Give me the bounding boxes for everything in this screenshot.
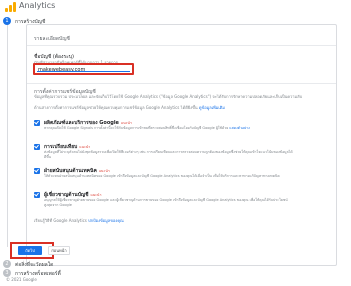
sharing-intro: ข้อมูลที่คุณรวบรวม ประมวลผล และจัดเก็บไว…	[34, 94, 303, 99]
checkbox-google-products[interactable]	[34, 120, 40, 126]
step-1-icon: 1	[3, 17, 11, 25]
option-account-specialists-desc: อนุญาตให้ผู้เชี่ยวชาญฝ่ายขายของ Google แ…	[44, 198, 288, 207]
divider	[27, 45, 336, 46]
account-name-value: makewebeasy.com	[38, 67, 86, 73]
checkbox-account-specialists[interactable]	[34, 192, 40, 198]
previous-button[interactable]: ก่อนหน้า	[48, 246, 70, 255]
input-underline	[37, 71, 130, 72]
account-details-title: รายละเอียดบัญชี	[34, 36, 70, 42]
checkbox-benchmarking[interactable]	[34, 144, 40, 150]
learn-more-link[interactable]: ดูข้อมูลเพิ่มเติม	[199, 105, 225, 110]
divider	[27, 83, 336, 84]
option-benchmarking-desc: ส่งข้อมูลที่ไม่ระบุตัวตนไปยังชุดข้อมูลรว…	[44, 150, 293, 159]
step-2-icon: 2	[3, 260, 11, 268]
top-bar: Analytics	[0, 0, 351, 14]
footer-copyright: © 2021 Google	[6, 277, 37, 282]
next-button[interactable]: ถัดไป	[18, 246, 42, 255]
checkbox-technical-support[interactable]	[34, 168, 40, 174]
data-protection-note: เรียนรู้วิธีที่ Google Analytics ปกป้องข…	[34, 218, 124, 223]
step-3-icon: 3	[3, 269, 11, 277]
analytics-logo-icon	[5, 2, 16, 12]
account-name-input[interactable]: makewebeasy.com	[33, 63, 134, 75]
show-example-link[interactable]: แสดงตัวอย่าง	[229, 126, 249, 130]
sharing-intro-2: ด้านล่างการตั้งค่าการแชร์ข้อมูลช่วยให้คุ…	[34, 105, 225, 110]
step-2-label[interactable]: ต่อสิ่งที่จะวัดผลใด	[15, 261, 53, 269]
data-protection-link[interactable]: ปกป้องข้อมูลของคุณ	[88, 218, 124, 223]
app-title: Analytics	[19, 1, 56, 10]
stepper-line	[7, 17, 8, 247]
option-technical-support-desc: ให้ตัวแทนฝ่ายสนับสนุนด้านเทคนิคของ Googl…	[44, 174, 280, 178]
option-google-products-desc: หากคุณเปิดใช้ Google Signals การตั้งค่าน…	[44, 126, 250, 130]
account-setup-card: รายละเอียดบัญชี ชื่อบัญชี (ต้องระบุ) บัญ…	[26, 24, 337, 266]
